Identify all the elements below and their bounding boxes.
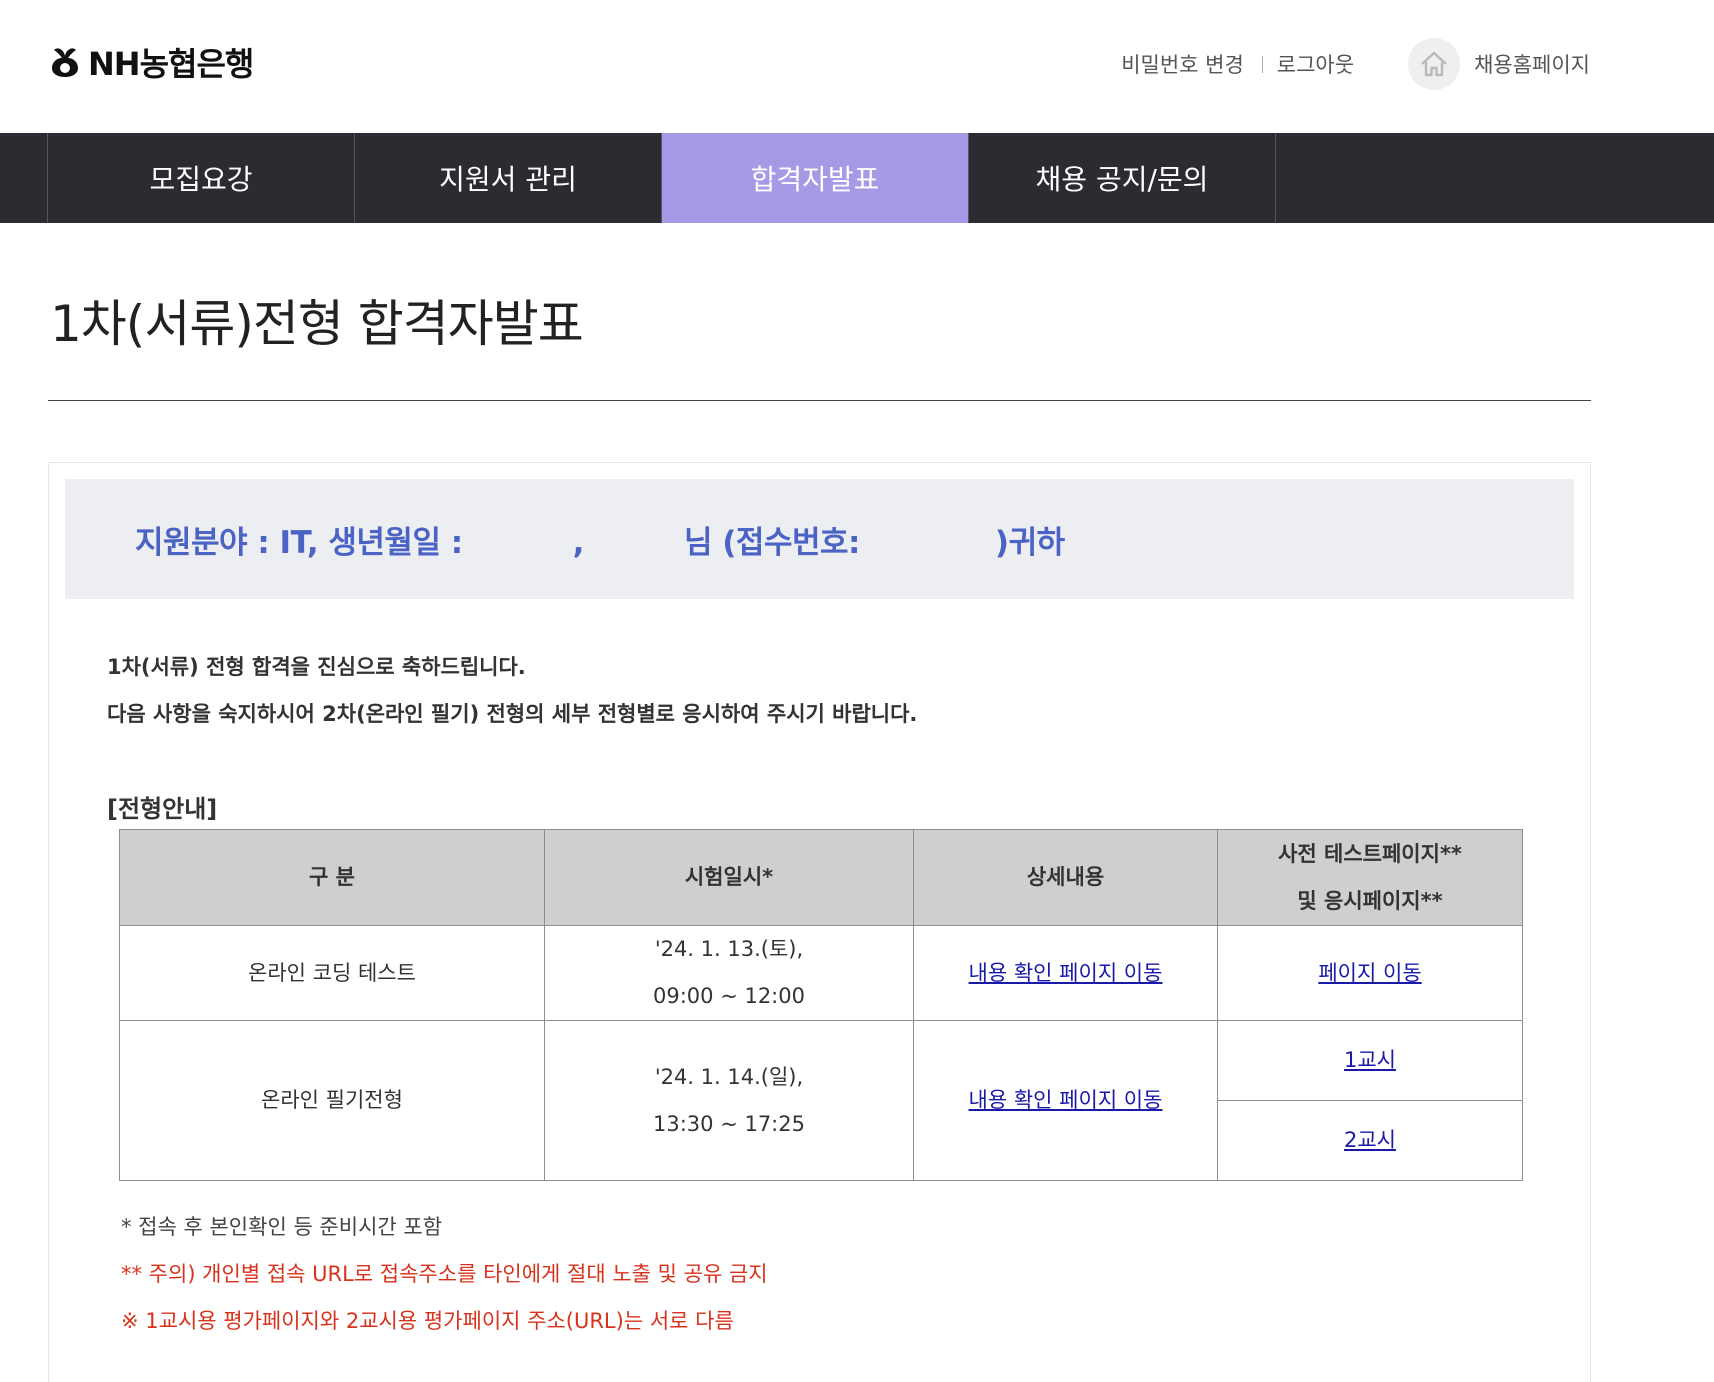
applicant-info-line: 지원분야 : IT, 생년월일 :, 님 (접수번호: )귀하 bbox=[135, 517, 1065, 562]
applicant-comma: , bbox=[572, 525, 585, 561]
period1-page-link[interactable]: 1교시 bbox=[1344, 1048, 1396, 1072]
logo-text: NH농협은행 bbox=[88, 45, 254, 83]
note-url-warning: ** 주의) 개인별 접속 URL로 접속주소를 타인에게 절대 노출 및 공유… bbox=[121, 1262, 768, 1286]
page-title: 1차(서류)전형 합격자발표 bbox=[50, 295, 584, 353]
exam-guide-table: 구 분 시험일시* 상세내용 사전 테스트페이지** 및 응시페이지** 온라인… bbox=[119, 829, 1523, 1181]
column-header-details: 상세내용 bbox=[913, 829, 1218, 926]
guide-heading: [전형안내] bbox=[107, 795, 218, 823]
row-details: 내용 확인 페이지 이동 bbox=[913, 925, 1218, 1021]
applicant-closing: )귀하 bbox=[994, 525, 1065, 561]
nh-bank-logo[interactable]: NH농협은행 bbox=[48, 40, 254, 84]
column-header-category: 구 분 bbox=[119, 829, 545, 926]
applicant-info-banner: 지원분야 : IT, 생년월일 :, 님 (접수번호: )귀하 bbox=[65, 479, 1574, 599]
logout-link[interactable]: 로그아웃 bbox=[1277, 49, 1354, 79]
instruction-message: 다음 사항을 숙지하시어 2차(온라인 필기) 전형의 세부 전형별로 응시하여… bbox=[107, 702, 918, 726]
title-divider bbox=[48, 400, 1591, 401]
row-date: '24. 1. 13.(토), bbox=[654, 937, 804, 961]
site-header: NH농협은행 비밀번호 변경 로그아웃 채용홈페이지 bbox=[0, 0, 1714, 133]
nav-application-management[interactable]: 지원서 관리 bbox=[355, 133, 662, 223]
column-header-test-page-line1: 사전 테스트페이지** bbox=[1278, 841, 1462, 866]
row-test-page: 페이지 이동 bbox=[1217, 925, 1523, 1021]
row-datetime: '24. 1. 13.(토), 09:00 ~ 12:00 bbox=[544, 925, 914, 1021]
divider bbox=[1261, 55, 1263, 73]
nh-logo-icon bbox=[48, 45, 82, 79]
row-test-page-period2: 2교시 bbox=[1217, 1100, 1523, 1181]
applicant-field-label: 지원분야 : IT, 생년월일 : bbox=[135, 525, 463, 561]
period2-page-link[interactable]: 2교시 bbox=[1344, 1128, 1396, 1152]
detail-page-link[interactable]: 내용 확인 페이지 이동 bbox=[969, 961, 1163, 985]
note-preparation-time: * 접속 후 본인확인 등 준비시간 포함 bbox=[121, 1215, 443, 1239]
test-page-link[interactable]: 페이지 이동 bbox=[1318, 961, 1421, 985]
congratulation-message: 1차(서류) 전형 합격을 진심으로 축하드립니다. bbox=[107, 655, 526, 679]
home-icon[interactable] bbox=[1408, 38, 1461, 90]
row-details: 내용 확인 페이지 이동 bbox=[913, 1020, 1218, 1181]
nav-recruitment-guide[interactable]: 모집요강 bbox=[48, 133, 355, 223]
column-header-test-page: 사전 테스트페이지** 및 응시페이지** bbox=[1217, 829, 1523, 926]
note-url-difference: ※ 1교시용 평가페이지와 2교시용 평가페이지 주소(URL)는 서로 다름 bbox=[121, 1309, 734, 1333]
column-header-datetime: 시험일시* bbox=[544, 829, 914, 926]
table-row: 온라인 필기전형 '24. 1. 14.(일), 13:30 ~ 17:25 내… bbox=[119, 1020, 1523, 1181]
table-row: 온라인 코딩 테스트 '24. 1. 13.(토), 09:00 ~ 12:00… bbox=[119, 925, 1523, 1021]
recruit-home-link[interactable]: 채용홈페이지 bbox=[1474, 49, 1590, 79]
row-test-page-period1: 1교시 bbox=[1217, 1020, 1523, 1101]
row-datetime: '24. 1. 14.(일), 13:30 ~ 17:25 bbox=[544, 1020, 914, 1181]
nav-results-announcement[interactable]: 합격자발표 bbox=[662, 133, 969, 223]
column-header-test-page-line2: 및 응시페이지** bbox=[1297, 888, 1443, 913]
main-navigation: 모집요강 지원서 관리 합격자발표 채용 공지/문의 bbox=[0, 133, 1714, 223]
row-category: 온라인 코딩 테스트 bbox=[119, 925, 545, 1021]
applicant-honorific: 님 (접수번호: bbox=[683, 525, 860, 561]
result-content: 지원분야 : IT, 생년월일 :, 님 (접수번호: )귀하 1차(서류) 전형 … bbox=[48, 462, 1591, 1382]
row-category: 온라인 필기전형 bbox=[119, 1020, 545, 1181]
row-time: 09:00 ~ 12:00 bbox=[653, 984, 805, 1008]
utility-menu: 비밀번호 변경 로그아웃 채용홈페이지 bbox=[1121, 38, 1590, 90]
row-time: 13:30 ~ 17:25 bbox=[653, 1111, 805, 1136]
row-date: '24. 1. 14.(일), bbox=[654, 1064, 804, 1089]
detail-page-link[interactable]: 내용 확인 페이지 이동 bbox=[969, 1088, 1163, 1112]
change-password-link[interactable]: 비밀번호 변경 bbox=[1121, 49, 1244, 79]
nav-notice-inquiry[interactable]: 채용 공지/문의 bbox=[969, 133, 1276, 223]
